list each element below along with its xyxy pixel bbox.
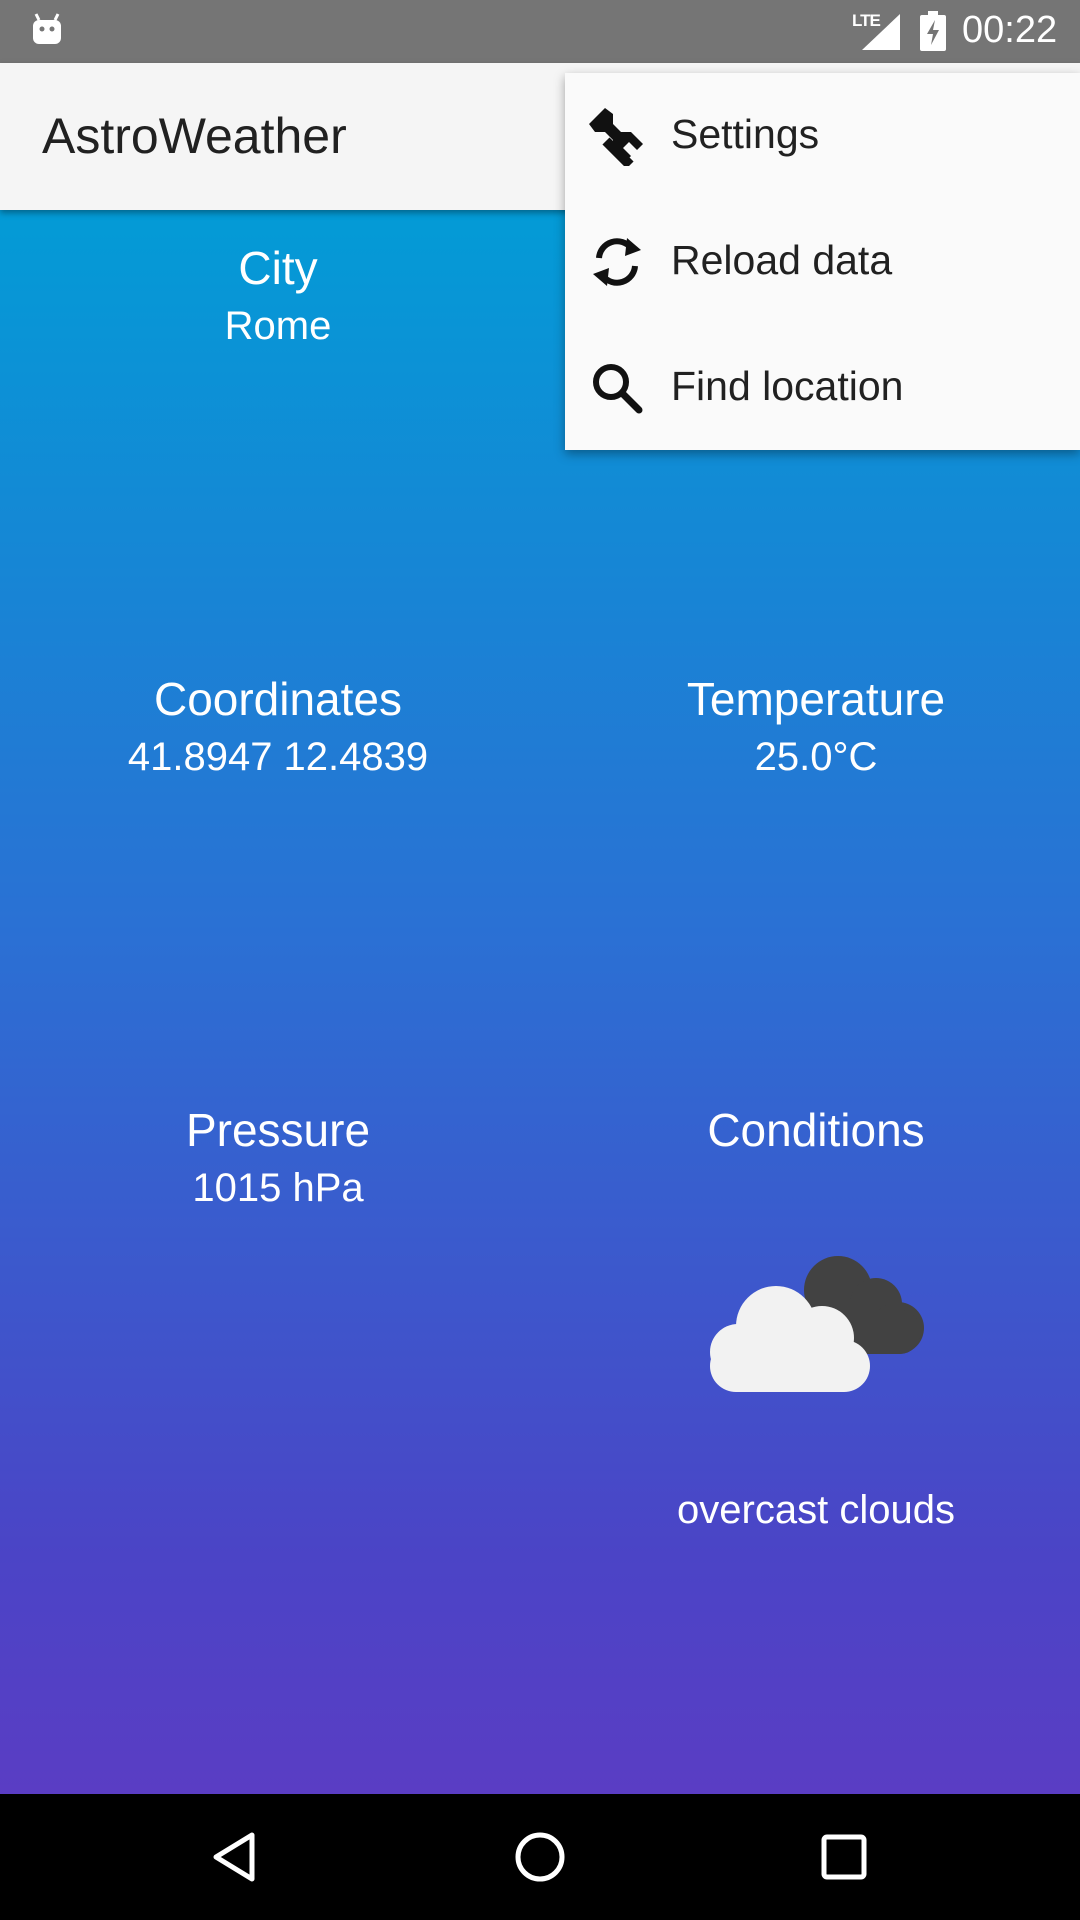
overflow-menu: Settings Reload data Find location	[565, 73, 1080, 450]
overcast-clouds-icon	[710, 1256, 924, 1392]
conditions-label: Conditions	[707, 1104, 925, 1156]
pressure-label: Pressure	[185, 1104, 371, 1156]
city-cell: City Rome	[8, 240, 548, 356]
wrench-icon	[589, 108, 643, 166]
menu-item-label: Settings	[671, 111, 820, 157]
menu-item-label: Reload data	[671, 237, 893, 283]
pressure-cell: Pressure 1015 hPa	[8, 1102, 548, 1218]
temperature-cell: Temperature 25.0°C	[546, 671, 1080, 787]
conditions-cell: Conditions	[546, 1102, 1080, 1158]
temperature-value: 25.0°C	[754, 735, 878, 779]
battery-charging-icon	[920, 11, 946, 51]
recents-icon[interactable]	[814, 1827, 874, 1887]
city-label: City	[238, 242, 318, 294]
home-icon[interactable]	[510, 1827, 570, 1887]
conditions-description-cell: overcast clouds	[546, 1482, 1080, 1538]
signal-icon	[862, 14, 900, 50]
status-time: 00:22	[962, 9, 1058, 51]
status-bar: LTE 00:22	[0, 0, 1080, 63]
menu-item-settings[interactable]: Settings	[565, 73, 1080, 199]
menu-item-label: Find location	[671, 363, 904, 409]
city-value: Rome	[224, 304, 332, 348]
coordinates-label: Coordinates	[153, 673, 403, 725]
coordinates-value: 41.8947 12.4839	[127, 735, 429, 779]
refresh-icon	[593, 238, 641, 286]
app-title: AstroWeather	[42, 108, 347, 164]
android-debug-icon	[33, 13, 61, 44]
pressure-value: 1015 hPa	[192, 1166, 364, 1210]
menu-item-find-location[interactable]: Find location	[565, 325, 1080, 451]
conditions-value: overcast clouds	[677, 1488, 955, 1532]
navigation-bar	[0, 1794, 1080, 1920]
search-icon	[593, 364, 643, 414]
back-icon[interactable]	[206, 1827, 266, 1887]
temperature-label: Temperature	[686, 673, 946, 725]
coordinates-cell: Coordinates 41.8947 12.4839	[8, 671, 548, 787]
menu-item-reload-data[interactable]: Reload data	[565, 199, 1080, 325]
